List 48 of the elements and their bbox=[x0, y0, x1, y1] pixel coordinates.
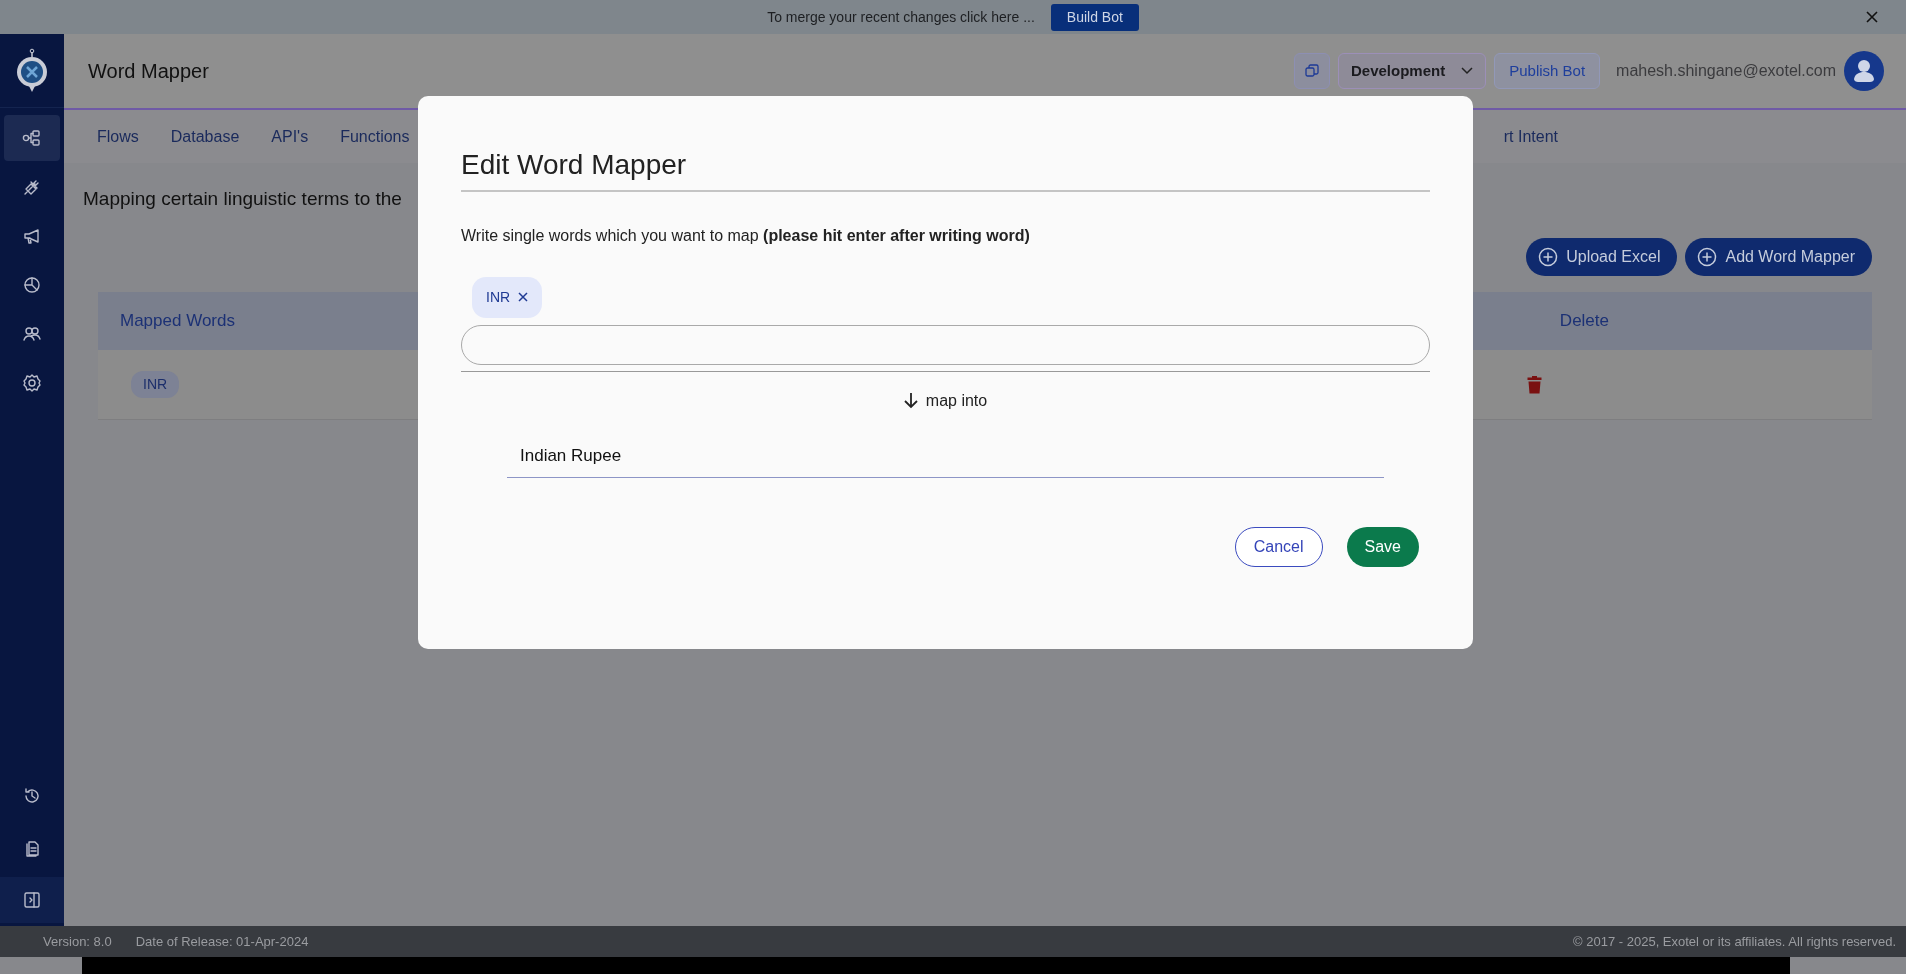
flow-diagram-nav-button[interactable] bbox=[4, 115, 60, 161]
user-email: mahesh.shingane@exotel.com bbox=[1616, 61, 1836, 81]
copyright-text: © 2017 - 2025, Exotel or its affiliates. All rights reserved. bbox=[1573, 932, 1896, 951]
page-description: Mapping certain linguistic terms to the bbox=[83, 187, 403, 211]
page-title: Word Mapper bbox=[88, 59, 209, 84]
settings-icon bbox=[22, 373, 42, 393]
delete-icon[interactable] bbox=[1527, 374, 1542, 394]
target-word-field[interactable]: Indian Rupee bbox=[507, 438, 1384, 479]
megaphone-icon bbox=[22, 226, 42, 246]
nav-tab[interactable]: Flows bbox=[97, 124, 139, 149]
caret-icon bbox=[1461, 67, 1474, 75]
users-icon bbox=[22, 324, 42, 344]
remove-icon[interactable] bbox=[518, 292, 529, 303]
build-bot-button[interactable]: Build Bot bbox=[1050, 3, 1139, 31]
add-button[interactable]: Upload Excel bbox=[1526, 237, 1678, 276]
sidebar-expand-nav-button[interactable] bbox=[0, 877, 64, 923]
column-header: Mapped Words bbox=[120, 309, 235, 332]
nav-tab[interactable]: API's bbox=[271, 124, 309, 149]
environment-dropdown[interactable]: Development bbox=[1338, 53, 1487, 89]
history-icon bbox=[22, 786, 42, 806]
copy-icon bbox=[1305, 64, 1319, 78]
copy-button[interactable] bbox=[1294, 53, 1330, 89]
version-text: Version: 8.0 bbox=[43, 932, 112, 951]
add-button[interactable]: Add Word Mapper bbox=[1685, 237, 1872, 276]
release-date: Date of Release: 01-Apr-2024 bbox=[135, 932, 309, 951]
word-tag: INR bbox=[131, 370, 180, 398]
close-icon[interactable] bbox=[1866, 11, 1878, 23]
publish-bot-button[interactable]: Publish Bot bbox=[1494, 53, 1601, 89]
plus-icon bbox=[1697, 246, 1718, 267]
save-button[interactable]: Save bbox=[1346, 527, 1419, 568]
avatar-icon[interactable] bbox=[1844, 51, 1884, 91]
nav-tab[interactable]: rt Intent bbox=[1503, 124, 1558, 149]
word-input-field[interactable] bbox=[461, 324, 1430, 365]
word-chip[interactable]: INR bbox=[472, 276, 543, 318]
plus-icon bbox=[1538, 246, 1559, 267]
nav-tab[interactable]: Database bbox=[170, 124, 240, 149]
cancel-button[interactable]: Cancel bbox=[1234, 527, 1323, 568]
instruction-text: Write single words which you want to map (please hit enter after writing word) bbox=[461, 225, 1031, 246]
dialog-title: Edit Word Mapper bbox=[461, 148, 1430, 192]
nav-tab[interactable]: Functions bbox=[340, 124, 410, 149]
flow-diagram-icon bbox=[22, 128, 42, 148]
column-header: Delete bbox=[1559, 309, 1609, 332]
sidebar-expand-icon bbox=[22, 890, 42, 910]
down-arrow-icon bbox=[903, 392, 918, 410]
pie-chart-icon bbox=[22, 275, 42, 295]
map-into-label: map into bbox=[925, 390, 988, 411]
banner-message: To merge your recent changes click here ... bbox=[767, 7, 1035, 27]
logo-icon bbox=[14, 47, 50, 94]
